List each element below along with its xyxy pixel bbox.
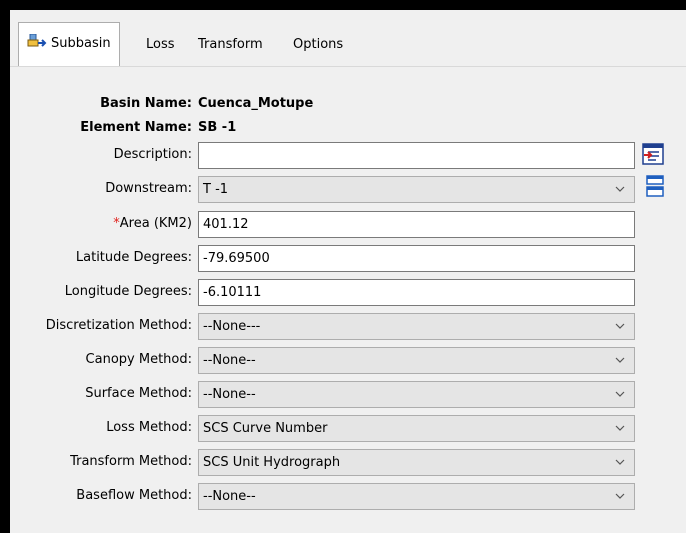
surface-select[interactable]: --None-- <box>198 381 635 408</box>
subbasin-panel: Basin Name: Cuenca_Motupe Element Name: … <box>10 66 686 533</box>
latitude-label: Latitude Degrees: <box>75 250 192 265</box>
chevron-down-icon <box>615 323 625 329</box>
area-label-text: Area (KM2) <box>119 216 192 231</box>
discretization-select[interactable]: --None--- <box>198 313 635 340</box>
area-input[interactable]: 401.12 <box>198 211 635 238</box>
element-name-label: Element Name: <box>80 120 192 135</box>
loss-method-value: SCS Curve Number <box>203 421 328 436</box>
baseflow-method-label: Baseflow Method: <box>76 488 192 503</box>
description-label: Description: <box>113 147 192 162</box>
transform-method-label: Transform Method: <box>70 454 192 469</box>
chevron-down-icon <box>615 357 625 363</box>
subbasin-icon <box>27 33 47 47</box>
chevron-down-icon <box>615 186 625 192</box>
tab-options[interactable]: Options <box>293 26 343 64</box>
latitude-input[interactable]: -79.69500 <box>198 245 635 272</box>
transform-method-value: SCS Unit Hydrograph <box>203 455 341 470</box>
baseflow-method-select[interactable]: --None-- <box>198 483 635 510</box>
tab-transform[interactable]: Transform <box>198 26 263 64</box>
transform-method-select[interactable]: SCS Unit Hydrograph <box>198 449 635 476</box>
tab-strip: Subbasin Loss Transform Options <box>10 22 686 66</box>
downstream-value: T -1 <box>203 182 229 197</box>
surface-label: Surface Method: <box>85 386 192 401</box>
tab-loss[interactable]: Loss <box>146 26 175 64</box>
downstream-element-icon[interactable] <box>644 175 666 197</box>
longitude-label: Longitude Degrees: <box>64 284 192 299</box>
tab-subbasin-label: Subbasin <box>51 36 111 51</box>
loss-method-label: Loss Method: <box>106 420 192 435</box>
downstream-select[interactable]: T -1 <box>198 176 635 203</box>
canopy-select[interactable]: --None-- <box>198 347 635 374</box>
canopy-value: --None-- <box>203 353 256 368</box>
chevron-down-icon <box>615 459 625 465</box>
description-input[interactable] <box>198 142 635 169</box>
tab-subbasin[interactable]: Subbasin <box>18 22 120 66</box>
basin-name-value: Cuenca_Motupe <box>198 96 314 111</box>
chevron-down-icon <box>615 391 625 397</box>
downstream-label: Downstream: <box>105 181 192 196</box>
baseflow-method-value: --None-- <box>203 489 256 504</box>
element-name-value: SB -1 <box>198 120 237 135</box>
chevron-down-icon <box>615 493 625 499</box>
canopy-label: Canopy Method: <box>85 352 192 367</box>
loss-method-select[interactable]: SCS Curve Number <box>198 415 635 442</box>
subbasin-editor: Subbasin Loss Transform Options Basin Na… <box>10 10 686 533</box>
basin-name-label: Basin Name: <box>100 96 192 111</box>
chevron-down-icon <box>615 425 625 431</box>
surface-value: --None-- <box>203 387 256 402</box>
area-label: *Area (KM2) <box>113 214 192 234</box>
discretization-value: --None--- <box>203 319 261 334</box>
discretization-label: Discretization Method: <box>45 318 192 333</box>
edit-description-icon[interactable] <box>642 143 664 165</box>
longitude-input[interactable]: -6.10111 <box>198 279 635 306</box>
